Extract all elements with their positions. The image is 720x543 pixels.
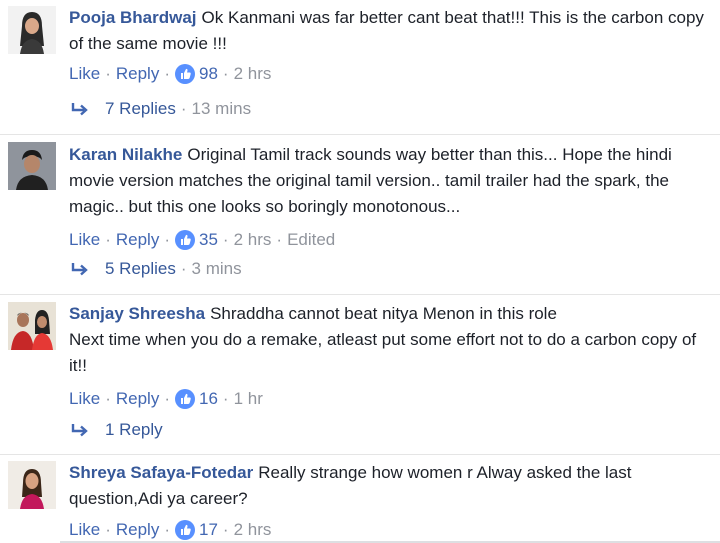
comment-text: Pooja Bhardwaj Ok Kanmani was far better …	[69, 5, 712, 57]
comment-actions: Like · Reply · 16 · 1 hr	[69, 386, 712, 412]
separator: ·	[105, 389, 111, 408]
reply-button[interactable]: Reply	[116, 227, 159, 253]
comment-actions: Like · Reply · 35 · 2 hrs · Edited	[69, 227, 712, 253]
separator: ·	[222, 64, 229, 83]
replies-time: 13 mins	[191, 99, 252, 118]
comment-text: Karan Nilakhe Original Tamil track sounds…	[69, 142, 712, 220]
edited-label[interactable]: Edited	[287, 227, 335, 253]
woman-profile-photo-icon	[8, 6, 56, 54]
comment-text: Sanjay Shreesha Shraddha cannot beat nity…	[69, 301, 712, 379]
thumbs-up-icon[interactable]	[175, 64, 195, 84]
comment-author[interactable]: Karan Nilakhe	[69, 145, 182, 164]
separator: ·	[276, 230, 283, 249]
like-count[interactable]: 16	[199, 386, 218, 412]
like-count[interactable]: 35	[199, 227, 218, 253]
man-profile-photo-icon	[8, 142, 56, 190]
comment-time[interactable]: 1 hr	[234, 386, 263, 412]
separator: ·	[105, 520, 111, 539]
comment-time[interactable]: 2 hrs	[234, 517, 272, 543]
view-replies[interactable]: 1 Reply	[69, 417, 163, 443]
separator: ·	[222, 230, 229, 249]
view-replies[interactable]: 5 Replies · 3 mins	[69, 256, 242, 282]
avatar[interactable]	[8, 302, 56, 350]
like-button[interactable]: Like	[69, 386, 100, 412]
reply-arrow-icon	[69, 422, 91, 438]
avatar[interactable]	[8, 461, 56, 509]
reply-button[interactable]: Reply	[116, 517, 159, 543]
replies-link[interactable]: 7 Replies	[105, 96, 176, 122]
reply-arrow-icon	[69, 261, 91, 277]
avatar[interactable]	[8, 142, 56, 190]
thumbs-up-icon[interactable]	[175, 230, 195, 250]
separator: ·	[105, 230, 111, 249]
woman-profile-photo-icon	[8, 461, 56, 509]
separator: ·	[105, 64, 111, 83]
separator: ·	[164, 389, 170, 408]
divider	[0, 454, 720, 455]
comment-actions: Like · Reply · 17 · 2 hrs	[69, 517, 712, 543]
separator: ·	[222, 520, 229, 539]
divider	[0, 134, 720, 135]
like-button[interactable]: Like	[69, 227, 100, 253]
comments-section: Pooja Bhardwaj Ok Kanmani was far better …	[0, 0, 720, 543]
comment-author[interactable]: Shreya Safaya-Fotedar	[69, 463, 253, 482]
comment-time[interactable]: 2 hrs	[234, 61, 272, 87]
separator: ·	[164, 230, 170, 249]
thumbs-up-icon[interactable]	[175, 389, 195, 409]
like-count[interactable]: 17	[199, 517, 218, 543]
separator: ·	[164, 64, 170, 83]
reply-arrow-icon	[69, 101, 91, 117]
thumbs-up-icon[interactable]	[175, 520, 195, 540]
divider	[0, 294, 720, 295]
replies-time: 3 mins	[191, 259, 242, 278]
replies-link[interactable]: 1 Reply	[105, 417, 163, 443]
couple-profile-photo-icon	[8, 302, 56, 350]
like-button[interactable]: Like	[69, 61, 100, 87]
comment-author[interactable]: Pooja Bhardwaj	[69, 8, 197, 27]
separator: ·	[164, 520, 170, 539]
view-replies[interactable]: 7 Replies · 13 mins	[69, 96, 251, 122]
comment-actions: Like · Reply · 98 · 2 hrs	[69, 61, 712, 87]
like-count[interactable]: 98	[199, 61, 218, 87]
separator: ·	[180, 99, 187, 118]
comment-text: Shreya Safaya-Fotedar Really strange how …	[69, 460, 712, 512]
reply-button[interactable]: Reply	[116, 386, 159, 412]
separator: ·	[222, 389, 229, 408]
reply-button[interactable]: Reply	[116, 61, 159, 87]
comment-time[interactable]: 2 hrs	[234, 227, 272, 253]
avatar[interactable]	[8, 6, 56, 54]
replies-link[interactable]: 5 Replies	[105, 256, 176, 282]
like-button[interactable]: Like	[69, 517, 100, 543]
comment-author[interactable]: Sanjay Shreesha	[69, 304, 205, 323]
separator: ·	[180, 259, 187, 278]
